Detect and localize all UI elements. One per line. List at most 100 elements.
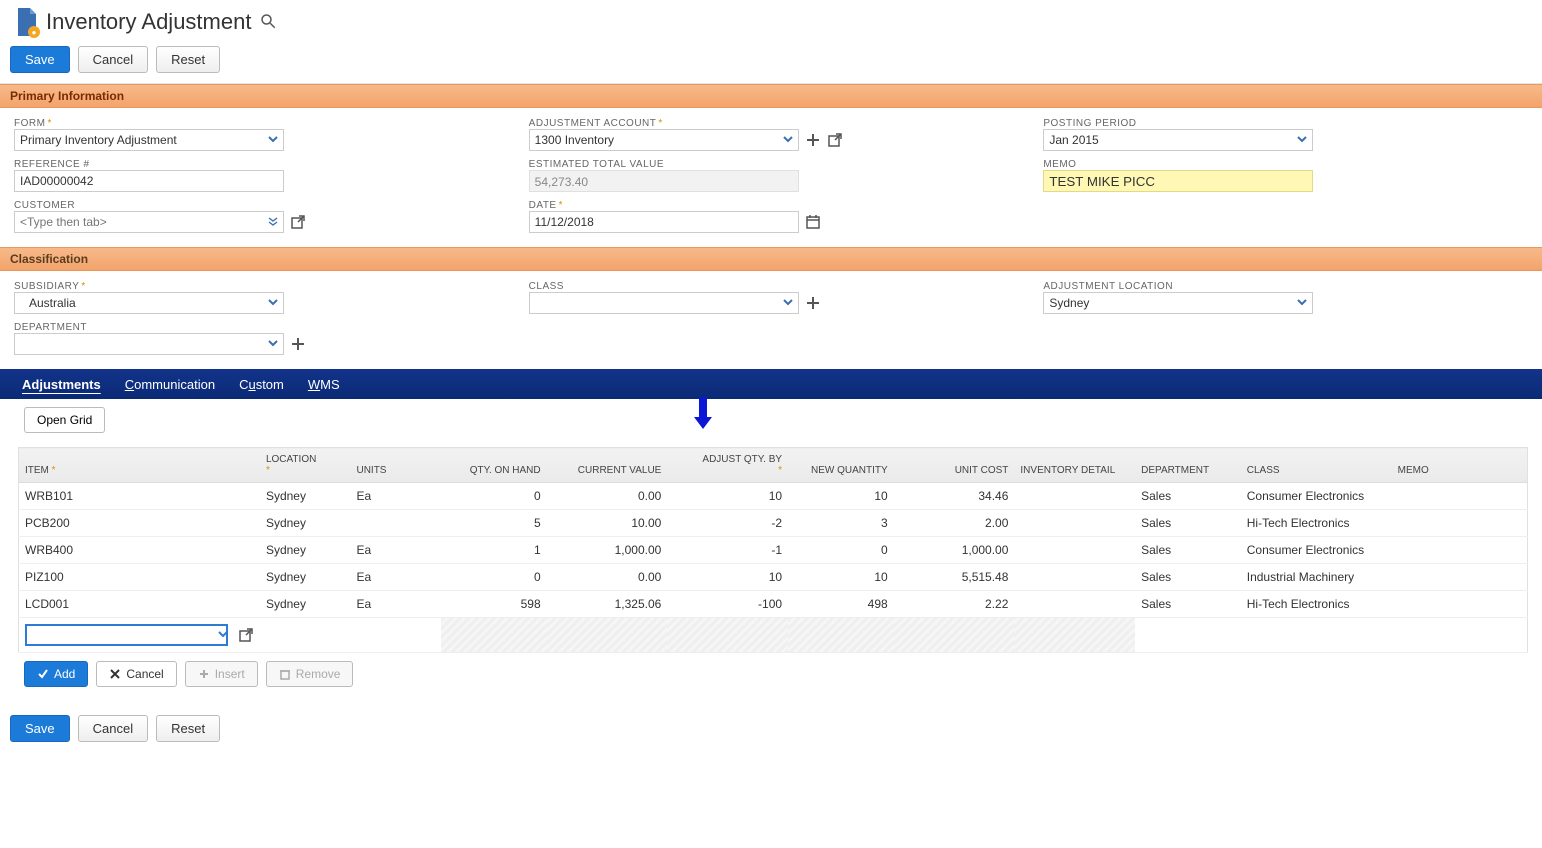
search-icon[interactable]: [259, 12, 277, 33]
adjustment-account-select[interactable]: [529, 129, 799, 151]
reference-input[interactable]: [14, 170, 284, 192]
col-units[interactable]: UNITS: [350, 448, 441, 483]
cell-current-value: 10.00: [547, 510, 668, 537]
col-memo[interactable]: MEMO: [1392, 448, 1528, 483]
plus-icon[interactable]: [290, 336, 306, 352]
table-header-row: ITEM * LOCATION* UNITS QTY. ON HAND CURR…: [19, 448, 1528, 483]
subsidiary-select[interactable]: [14, 292, 284, 314]
table-row[interactable]: PCB200Sydney510.00-232.00SalesHi-Tech El…: [19, 510, 1528, 537]
open-grid-button[interactable]: Open Grid: [24, 407, 105, 433]
cell-current-value: 1,325.06: [547, 591, 668, 618]
cell-units: Ea: [350, 483, 441, 510]
label-department: DEPARTMENT: [14, 322, 499, 333]
popout-icon[interactable]: [238, 627, 254, 643]
entry-item-input[interactable]: [25, 624, 228, 646]
cell-new-qty: 10: [788, 483, 894, 510]
col-item[interactable]: ITEM *: [19, 448, 260, 483]
adjustment-location-select[interactable]: [1043, 292, 1313, 314]
col-inventory-detail[interactable]: INVENTORY DETAIL: [1014, 448, 1135, 483]
cell-qty-on-hand: 5: [441, 510, 547, 537]
grid-insert-button: Insert: [185, 661, 258, 687]
col-adjust-qty-by[interactable]: ADJUST QTY. BY*: [667, 448, 788, 483]
cell-unit-cost: 5,515.48: [894, 564, 1015, 591]
section-primary-information: Primary Information: [0, 84, 1542, 108]
cell-class: Hi-Tech Electronics: [1241, 510, 1392, 537]
label-adjustment-account: ADJUSTMENT ACCOUNT *: [529, 118, 1014, 129]
primary-col-right: POSTING PERIOD MEMO: [1043, 118, 1528, 233]
cell-location: Sydney: [260, 483, 351, 510]
cell-units: Ea: [350, 537, 441, 564]
col-unit-cost[interactable]: UNIT COST: [894, 448, 1015, 483]
cell-item: PCB200: [19, 510, 260, 537]
memo-input[interactable]: [1043, 170, 1313, 192]
col-department[interactable]: DEPARTMENT: [1135, 448, 1241, 483]
table-row[interactable]: PIZ100SydneyEa00.0010105,515.48SalesIndu…: [19, 564, 1528, 591]
tab-custom[interactable]: Custom: [227, 371, 296, 398]
reset-button[interactable]: Reset: [156, 46, 220, 73]
class-col-mid: CLASS: [529, 281, 1044, 355]
class-select[interactable]: [529, 292, 799, 314]
cell-current-value: 0.00: [547, 483, 668, 510]
cell-department: Sales: [1135, 483, 1241, 510]
cell-memo: [1392, 537, 1528, 564]
date-input[interactable]: [529, 211, 799, 233]
popout-icon[interactable]: [827, 132, 843, 148]
calendar-icon[interactable]: [805, 214, 821, 230]
plus-icon[interactable]: [805, 295, 821, 311]
col-new-quantity[interactable]: NEW QUANTITY: [788, 448, 894, 483]
cell-adjust-by: 10: [667, 483, 788, 510]
primary-col-mid: ADJUSTMENT ACCOUNT * ESTIMATED TOTAL VAL…: [529, 118, 1044, 233]
col-qty-on-hand[interactable]: QTY. ON HAND: [441, 448, 547, 483]
cancel-button[interactable]: Cancel: [78, 46, 148, 73]
cell-item: LCD001: [19, 591, 260, 618]
col-current-value[interactable]: CURRENT VALUE: [547, 448, 668, 483]
cell-current-value: 0.00: [547, 564, 668, 591]
cell-item: WRB400: [19, 537, 260, 564]
cell-adjust-by: -1: [667, 537, 788, 564]
cell-inventory-detail: [1014, 591, 1135, 618]
adjustments-grid: ITEM * LOCATION* UNITS QTY. ON HAND CURR…: [0, 437, 1542, 653]
cell-inventory-detail: [1014, 510, 1135, 537]
grid-add-button[interactable]: Add: [24, 661, 88, 687]
cell-qty-on-hand: 0: [441, 483, 547, 510]
label-estimated-total: ESTIMATED TOTAL VALUE: [529, 159, 1014, 170]
cell-qty-on-hand: 0: [441, 564, 547, 591]
tabs-bar: Adjustments Communication Custom WMS: [0, 369, 1542, 399]
primary-form: FORM * REFERENCE # CUSTOMER ADJUSTMENT A…: [0, 108, 1542, 247]
col-location[interactable]: LOCATION*: [260, 448, 351, 483]
table-entry-row[interactable]: [19, 618, 1528, 653]
label-subsidiary: SUBSIDIARY *: [14, 281, 499, 292]
cell-unit-cost: 2.00: [894, 510, 1015, 537]
cell-location: Sydney: [260, 510, 351, 537]
popout-icon[interactable]: [290, 214, 306, 230]
cell-qty-on-hand: 1: [441, 537, 547, 564]
cancel-button-bottom[interactable]: Cancel: [78, 715, 148, 742]
cell-inventory-detail: [1014, 564, 1135, 591]
cell-adjust-by: 10: [667, 564, 788, 591]
cell-new-qty: 498: [788, 591, 894, 618]
classification-form: SUBSIDIARY * DEPARTMENT CLASS: [0, 271, 1542, 369]
arrow-annotation-icon: [690, 397, 716, 436]
customer-select[interactable]: [14, 211, 284, 233]
table-row[interactable]: WRB101SydneyEa00.00101034.46SalesConsume…: [19, 483, 1528, 510]
cell-memo: [1392, 510, 1528, 537]
cell-memo: [1392, 483, 1528, 510]
tab-communication[interactable]: Communication: [113, 371, 227, 398]
table-row[interactable]: LCD001SydneyEa5981,325.06-1004982.22Sale…: [19, 591, 1528, 618]
grid-cancel-button[interactable]: Cancel: [96, 661, 176, 687]
col-class[interactable]: CLASS: [1241, 448, 1392, 483]
reset-button-bottom[interactable]: Reset: [156, 715, 220, 742]
posting-period-select[interactable]: [1043, 129, 1313, 151]
form-select[interactable]: [14, 129, 284, 151]
department-select[interactable]: [14, 333, 284, 355]
table-row[interactable]: WRB400SydneyEa11,000.00-101,000.00SalesC…: [19, 537, 1528, 564]
tab-adjustments[interactable]: Adjustments: [10, 371, 113, 398]
tab-wms[interactable]: WMS: [296, 371, 352, 398]
cell-units: Ea: [350, 591, 441, 618]
plus-icon[interactable]: [805, 132, 821, 148]
label-memo: MEMO: [1043, 159, 1528, 170]
save-button-bottom[interactable]: Save: [10, 715, 70, 742]
cell-inventory-detail: [1014, 483, 1135, 510]
document-icon: ●: [14, 8, 38, 36]
save-button[interactable]: Save: [10, 46, 70, 73]
